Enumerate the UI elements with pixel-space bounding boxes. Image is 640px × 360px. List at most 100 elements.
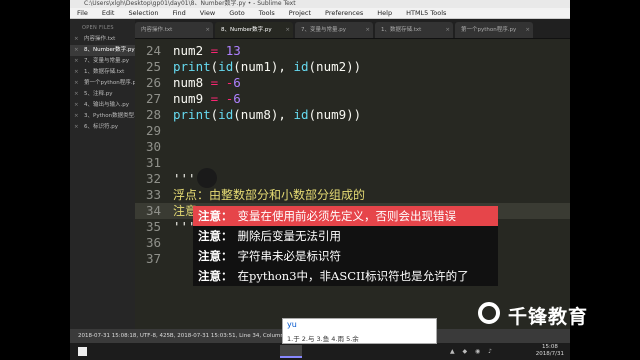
note-label: 注意： [198,269,233,283]
tab-bar: 内容操作.txt × 8、Number数字.py × 7、变量与常量.py × 1、数据存储… [135,19,570,39]
sidebar-item[interactable]: × 4、输出与输入.py [70,100,135,111]
line-code: print(id(num1), id(num2)) [173,59,362,74]
line-number: 34 [145,203,161,218]
line-number: 31 [145,155,161,170]
line-number: 33 [145,187,161,202]
clock-date: 2018/7/31 [535,351,564,357]
menu-item[interactable]: Preferences [318,8,370,18]
tab[interactable]: 第一个python程序.py × [455,22,533,38]
sidebar-item-label: 第一个python程序.py [84,80,135,86]
windows-start-icon[interactable] [78,347,87,356]
note-text: 变量在使用前必须先定义，否则会出现错误 [237,209,457,223]
note-row: 注意： 字符串未必是标识符 [193,246,498,266]
tray-icons: ▲ ◆ ◉ ♪ [450,348,496,355]
sidebar-item[interactable]: × 3、Python数据类型.txt [70,111,135,122]
code-line[interactable]: 26 num8 = -6 [135,75,570,91]
sidebar-item-label: 8、Number数字.py [84,47,135,53]
line-number: 37 [145,251,161,266]
line-number: 26 [145,75,161,90]
close-icon[interactable]: × [74,111,79,122]
line-number: 29 [145,123,161,138]
tab[interactable]: 1、数据存储.txt × [375,22,453,38]
tab[interactable]: 7、变量与常量.py × [295,22,373,38]
menu-item[interactable]: Project [282,8,318,18]
close-icon[interactable]: × [74,56,79,67]
logo-q-icon [478,302,500,324]
code-line[interactable]: 24 num2 = 13 [135,43,570,59]
clock-time: 15:08 [541,344,558,350]
sidebar-item[interactable]: × 5、注释.py [70,89,135,100]
code-line[interactable]: 27 num9 = -6 [135,91,570,107]
sidebar-item-label: 3、Python数据类型.txt [84,113,135,119]
line-code: num8 = -6 [173,75,241,90]
tab-label: 7、变量与常量.py [301,27,346,33]
note-text: 字符串未必是标识符 [237,249,342,263]
line-number: 25 [145,59,161,74]
code-line[interactable]: 30 [135,139,570,155]
tab[interactable]: 8、Number数字.py × [215,22,293,38]
sidebar-item[interactable]: × 第一个python程序.py [70,78,135,89]
mouse-pointer-highlight [197,168,217,188]
line-number: 30 [145,139,161,154]
close-icon[interactable]: × [445,22,450,38]
taskbar-app-sublime[interactable] [280,345,302,358]
menu-item[interactable]: Help [370,8,399,18]
menu-item[interactable]: View [193,8,222,18]
menu-item[interactable]: HTML5 Tools [399,8,453,18]
menu-item[interactable]: Selection [121,8,165,18]
close-icon[interactable]: × [365,22,370,38]
tab-label: 内容操作.txt [141,27,173,33]
menu-bar: File Edit Selection Find View Goto Tools Projec… [70,8,570,19]
line-code: num2 = 13 [173,43,241,58]
note-label: 注意： [198,209,233,223]
close-icon[interactable]: × [74,78,79,89]
close-icon[interactable]: × [74,100,79,111]
line-code: 浮点：由整数部分和小数部分组成的 [173,188,366,202]
code-line[interactable]: 28 print(id(num8), id(num9)) [135,107,570,123]
ime-candidate-window[interactable]: yu 1.于 2.与 3.鱼 4.雨 5.余 [282,318,437,344]
tab[interactable]: 内容操作.txt × [135,22,213,38]
close-icon[interactable]: × [74,45,79,56]
sidebar-item[interactable]: × 7、变量与常量.py [70,56,135,67]
code-line[interactable]: 33 浮点：由整数部分和小数部分组成的 [135,187,570,203]
close-icon[interactable]: × [525,22,530,38]
window-title: C:\Users\xlgh\Desktop\gp01\day01\8、Numbe… [70,0,570,8]
taskbar: ▲ ◆ ◉ ♪ 15:08 2018/7/31 [70,343,570,360]
menu-item[interactable]: Tools [252,8,282,18]
close-icon[interactable]: × [285,22,290,38]
note-text: 在python3中，非ASCII标识符也是允许的了 [237,269,469,283]
close-icon[interactable]: × [74,67,79,78]
sidebar-item[interactable]: × 内容操作.txt [70,34,135,45]
ime-candidates[interactable]: 1.于 2.与 3.鱼 4.雨 5.余 [287,333,359,343]
sidebar-item[interactable]: × 8、Number数字.py [70,45,135,56]
sidebar-item[interactable]: × 6、标识符.py [70,122,135,133]
line-number: 35 [145,219,161,234]
line-number: 27 [145,91,161,106]
line-code: num9 = -6 [173,91,241,106]
note-row: 注意： 删除后变量无法引用 [193,226,498,246]
sidebar-item-label: 4、输出与输入.py [84,102,129,108]
menu-item[interactable]: Find [165,8,192,18]
line-number: 36 [145,235,161,250]
close-icon[interactable]: × [205,22,210,38]
menu-item[interactable]: File [70,8,95,18]
close-icon[interactable]: × [74,89,79,100]
tab-label: 1、数据存储.txt [381,27,422,33]
line-number: 32 [145,171,161,186]
menu-item[interactable]: Edit [95,8,122,18]
code-line[interactable]: 31 [135,155,570,171]
close-icon[interactable]: × [74,122,79,133]
clock[interactable]: 15:08 2018/7/31 [536,344,564,358]
line-number: 24 [145,43,161,58]
code-line[interactable]: 29 [135,123,570,139]
note-text: 删除后变量无法引用 [237,229,342,243]
close-icon[interactable]: × [74,34,79,45]
line-code: ''' [173,171,196,186]
sidebar-item[interactable]: × 1、数据存储.txt [70,67,135,78]
menu-item[interactable]: Goto [222,8,252,18]
sidebar-header: OPEN FILES [82,25,114,31]
logo-text: 千锋教育 [508,306,589,328]
code-line[interactable]: 25 print(id(num1), id(num2)) [135,59,570,75]
note-label: 注意： [198,229,233,243]
line-number: 28 [145,107,161,122]
